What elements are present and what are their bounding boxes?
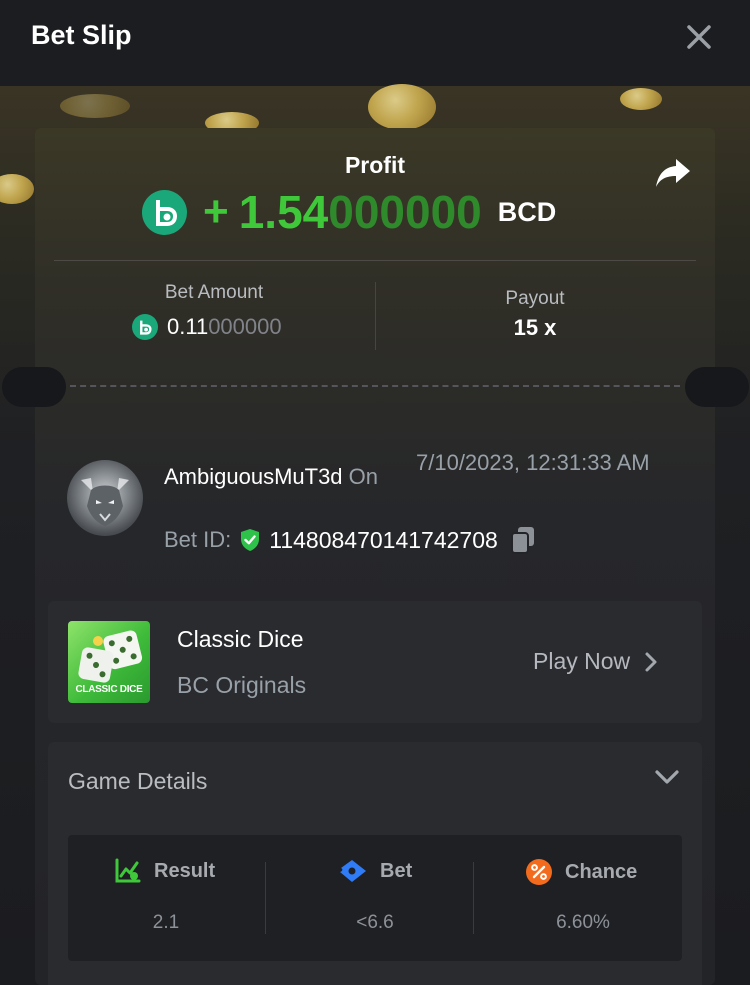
page-title: Bet Slip <box>31 20 132 50</box>
bet-id-value: 114808470141742708 <box>269 526 498 553</box>
on-word: On <box>348 464 379 489</box>
header: Bet Slip <box>0 0 750 86</box>
stat-label: Bet <box>380 859 413 882</box>
bet-id: Bet ID: 114808470141742708 <box>164 526 536 554</box>
bcd-coin-icon <box>132 314 158 340</box>
result-chart-icon <box>115 858 141 883</box>
game-provider: BC Originals <box>177 672 307 698</box>
stat-result: Result <box>114 858 215 884</box>
stat-chance: Chance <box>525 858 637 886</box>
profit-sign: + <box>203 187 229 236</box>
ticket-notch-right <box>685 367 749 407</box>
play-now-label: Play Now <box>533 648 631 674</box>
stat-bet: Bet <box>338 858 412 884</box>
stat-divider <box>473 862 474 934</box>
stat-label: Result <box>154 859 216 882</box>
bcd-coin-icon <box>142 189 187 235</box>
thumbnail-text: CLASSIC DICE <box>75 684 143 695</box>
payout-label: Payout <box>505 288 565 309</box>
dashed-separator <box>70 385 680 387</box>
profit-value-padding: 000000 <box>328 186 482 238</box>
decorative-coin <box>368 84 436 130</box>
avatar[interactable] <box>67 460 143 536</box>
profit-currency: BCD <box>497 196 557 227</box>
stat-chance-value: 6.60% <box>556 912 610 933</box>
stat-result-value: 2.1 <box>152 912 180 933</box>
decorative-coin <box>620 88 662 110</box>
bet-amount-padding: 000000 <box>208 314 282 339</box>
share-icon[interactable] <box>654 156 692 190</box>
bet-id-label: Bet ID: <box>164 527 232 552</box>
chevron-down-icon[interactable] <box>654 768 680 786</box>
payout-value: 15 x <box>513 315 557 340</box>
play-now-button[interactable]: Play Now <box>533 648 658 675</box>
profit-value: 1.54 <box>238 186 329 238</box>
username[interactable]: AmbiguousMuT3d On <box>164 464 378 490</box>
bet-amount-label: Bet Amount <box>164 282 264 303</box>
chance-percent-icon <box>526 859 552 885</box>
username-text: AmbiguousMuT3d <box>164 464 343 489</box>
column-divider <box>375 282 376 350</box>
chevron-right-icon <box>645 652 657 671</box>
copy-icon[interactable] <box>510 526 536 554</box>
bet-amount-significant: 0.11 <box>167 314 209 339</box>
bet-datetime: 7/10/2023, 12:31:33 AM <box>416 450 650 475</box>
game-details-title[interactable]: Game Details <box>68 768 207 795</box>
close-icon[interactable] <box>682 20 716 54</box>
verified-shield-icon <box>241 529 260 551</box>
bet-amount-value: 0.11 000000 <box>132 314 282 340</box>
game-stats <box>68 835 682 961</box>
profit-amount: + 1.54 000000 BCD <box>142 186 556 238</box>
decorative-coin <box>60 94 130 118</box>
profit-label: Profit <box>344 152 406 178</box>
stat-divider <box>265 862 266 934</box>
game-thumbnail[interactable]: CLASSIC DICE <box>68 621 150 703</box>
stat-label: Chance <box>565 860 638 883</box>
divider <box>54 260 696 261</box>
bet-ticket-icon <box>340 860 366 882</box>
ticket-notch-left <box>2 367 66 407</box>
game-name[interactable]: Classic Dice <box>177 626 304 653</box>
stat-bet-value: <6.6 <box>356 912 394 933</box>
